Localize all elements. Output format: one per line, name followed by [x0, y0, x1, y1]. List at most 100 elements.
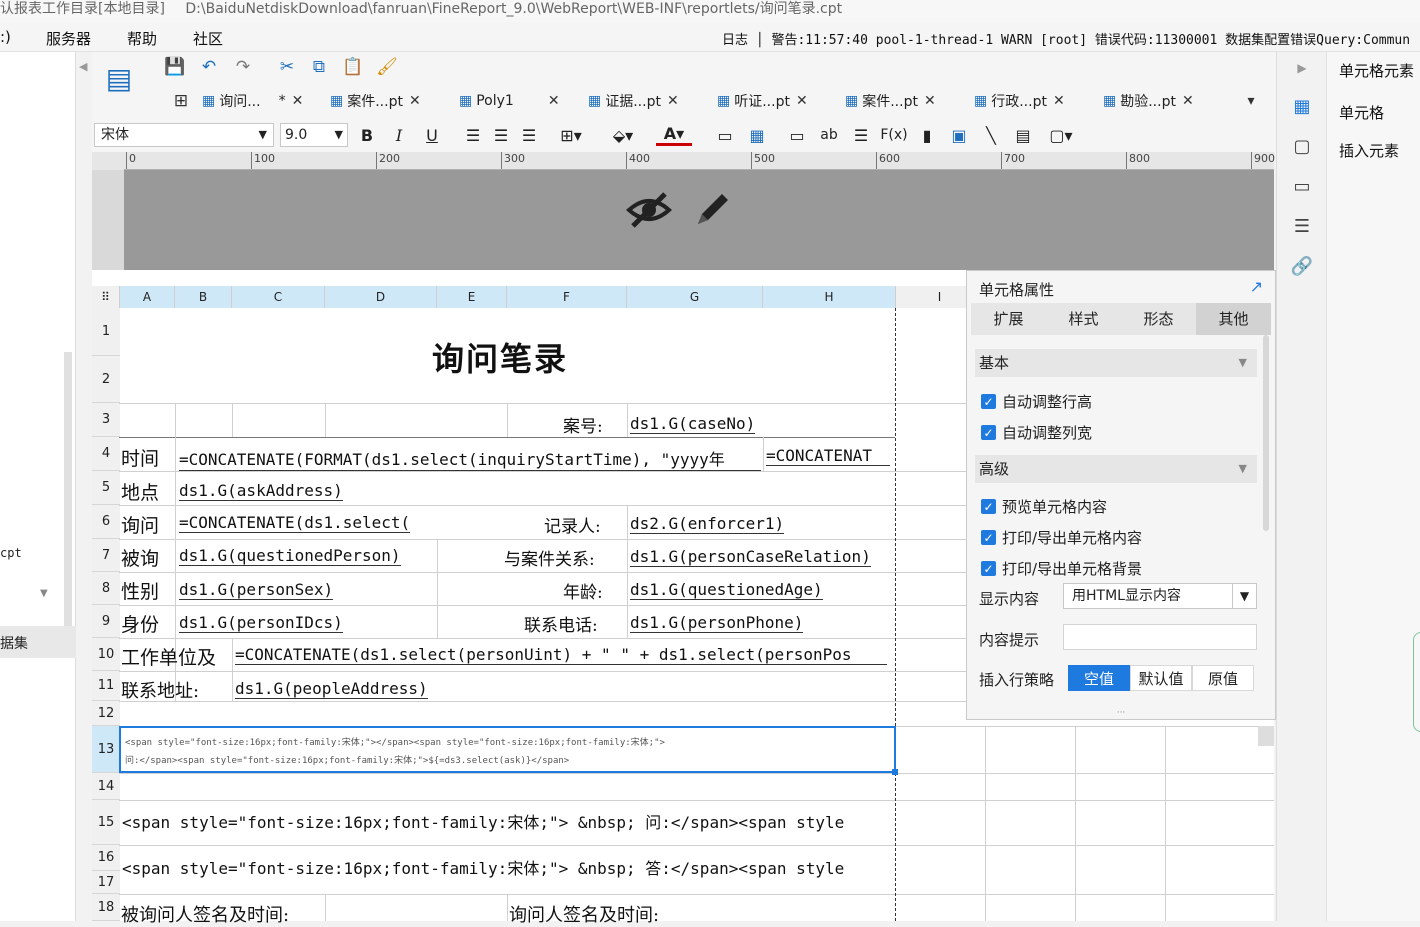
text-ab-button[interactable]: ab: [818, 124, 840, 146]
tab-case-2[interactable]: ▦ 案件...pt ✕: [845, 88, 936, 114]
phone-cell[interactable]: ds1.G(personPhone): [630, 613, 804, 633]
close-icon[interactable]: ✕: [796, 93, 808, 109]
properties-scrollbar[interactable]: [1263, 335, 1269, 531]
row-header-1[interactable]: 1: [92, 308, 120, 356]
auto-col-width-checkbox[interactable]: ✓ 自动调整列宽: [981, 422, 1092, 443]
tab-poly1[interactable]: ▦ Poly1 ✕: [459, 88, 560, 114]
close-icon[interactable]: ✕: [548, 93, 560, 109]
resize-handle-icon[interactable]: ···: [967, 709, 1275, 719]
place-cell[interactable]: ds1.G(askAddress): [179, 481, 343, 501]
tab-admin[interactable]: ▦ 行政...pt ✕: [974, 88, 1065, 114]
tab-evidence[interactable]: ▦ 证据...pt ✕: [588, 88, 679, 114]
close-icon[interactable]: ✕: [667, 93, 679, 109]
row-header-12[interactable]: 12: [92, 701, 120, 726]
paste-icon[interactable]: 📋: [342, 56, 364, 78]
id-cell[interactable]: ds1.G(personIDcs): [179, 613, 343, 633]
time-label[interactable]: 时间: [121, 444, 159, 471]
copy-icon[interactable]: ⧉: [308, 56, 330, 78]
print-content-checkbox[interactable]: ✓ 打印/导出单元格内容: [981, 527, 1142, 548]
log-status-text[interactable]: 日志 │ 警告:11:57:40 pool-1-thread-1 WARN [r…: [722, 29, 1410, 48]
fill-handle[interactable]: [892, 769, 898, 775]
row-header-3[interactable]: 3: [92, 403, 120, 437]
column-header-h[interactable]: H: [763, 286, 896, 308]
print-background-checkbox[interactable]: ✓ 打印/导出单元格背景: [981, 558, 1142, 579]
sex-cell[interactable]: ds1.G(personSex): [179, 580, 334, 600]
hidden-eye-icon[interactable]: [625, 188, 673, 232]
ask-formula-cell[interactable]: =CONCATENATE(ds1.select(: [179, 513, 411, 533]
column-header-f[interactable]: F: [507, 286, 627, 308]
ask-label[interactable]: 询问: [121, 511, 159, 538]
fill-color-icon[interactable]: ⬙▾: [606, 124, 640, 146]
subreport-icon[interactable]: ▤: [1012, 124, 1034, 146]
link-icon[interactable]: 🔗: [1290, 254, 1314, 278]
tab-expand[interactable]: 扩展: [971, 303, 1046, 335]
insert-option-original[interactable]: 原值: [1192, 665, 1254, 691]
undo-icon[interactable]: ↶: [198, 56, 220, 78]
row-header-14[interactable]: 14: [92, 773, 120, 800]
sex-label[interactable]: 性别: [121, 577, 159, 604]
close-icon[interactable]: ✕: [1053, 93, 1065, 109]
work-label[interactable]: 工作单位及: [121, 643, 216, 670]
relation-label[interactable]: 与案件关系:: [504, 545, 595, 570]
insert-option-empty[interactable]: 空值: [1068, 665, 1130, 691]
widget-icon[interactable]: ▭: [1290, 174, 1314, 198]
report-title[interactable]: 询问笔录: [432, 334, 568, 380]
menu-item-help[interactable]: 帮助: [127, 28, 157, 49]
row-header-4[interactable]: 4: [92, 437, 120, 471]
row-header-2[interactable]: 2: [92, 356, 120, 403]
format-painter-icon[interactable]: 🖌: [376, 56, 398, 78]
right-item-cell[interactable]: 单元格: [1339, 102, 1384, 123]
time-formula-cell[interactable]: =CONCATENATE(FORMAT(ds1.select(inquirySt…: [179, 446, 761, 471]
menu-item-server[interactable]: 服务器: [46, 28, 91, 49]
save-icon[interactable]: 💾: [164, 56, 186, 78]
image-icon[interactable]: ▣: [948, 124, 970, 146]
column-header-e[interactable]: E: [437, 286, 507, 308]
auto-row-height-checkbox[interactable]: ✓ 自动调整行高: [981, 391, 1092, 412]
tab-hearing[interactable]: ▦ 听证...pt ✕: [717, 88, 808, 114]
column-header-b[interactable]: B: [175, 286, 232, 308]
column-header-d[interactable]: D: [325, 286, 437, 308]
rich-text-icon[interactable]: ☰: [850, 124, 872, 146]
align-right-icon[interactable]: ☰: [518, 124, 540, 146]
questioned-label[interactable]: 被询: [121, 544, 159, 571]
row-header-18[interactable]: 18: [92, 894, 120, 921]
template-icon[interactable]: ▤: [102, 58, 136, 98]
table-icon[interactable]: ▦: [746, 124, 768, 146]
edit-pencil-icon[interactable]: [692, 188, 734, 230]
row-header-13[interactable]: 13: [92, 726, 120, 773]
left-dataset-item[interactable]: 据集: [0, 626, 76, 658]
place-label[interactable]: 地点: [121, 478, 159, 505]
tab-inquiry[interactable]: ▦ 询问... * ✕: [202, 88, 303, 114]
column-header-a[interactable]: A: [120, 286, 175, 308]
close-icon[interactable]: ✕: [292, 93, 304, 109]
insert-option-default[interactable]: 默认值: [1130, 665, 1192, 691]
preview-content-checkbox[interactable]: ✓ 预览单元格内容: [981, 496, 1107, 517]
row-header-16[interactable]: 16: [92, 845, 120, 871]
formula-button[interactable]: F(x): [880, 124, 908, 146]
address-label[interactable]: 联系地址:: [121, 677, 199, 703]
recorder-cell[interactable]: ds2.G(enforcer1): [630, 514, 785, 534]
row-header-5[interactable]: 5: [92, 471, 120, 505]
row-header-7[interactable]: 7: [92, 539, 120, 572]
font-family-select[interactable]: 宋体 ▼: [94, 123, 274, 147]
tab-inspection[interactable]: ▦ 勘验...pt ✕: [1103, 88, 1194, 114]
left-scrollbar[interactable]: [64, 352, 72, 632]
questioned-cell[interactable]: ds1.G(questionedPerson): [179, 546, 401, 566]
display-content-select[interactable]: 用HTML显示内容 ▼: [1063, 583, 1257, 609]
select-all-corner[interactable]: ⠿: [92, 286, 120, 308]
tab-case-1[interactable]: ▦ 案件...pt ✕: [330, 88, 421, 114]
relation-cell[interactable]: ds1.G(personCaseRelation): [630, 547, 871, 567]
slash-icon[interactable]: ╲: [980, 124, 1002, 146]
menu-item-community[interactable]: 社区: [193, 28, 223, 49]
basic-section-header[interactable]: 基本 ▼: [975, 349, 1257, 377]
row-header-15[interactable]: 15: [92, 800, 120, 845]
font-color-icon[interactable]: A▾: [656, 124, 692, 146]
floating-handle[interactable]: [1413, 632, 1420, 732]
content-hint-input[interactable]: [1063, 624, 1257, 650]
recorder-label[interactable]: 记录人:: [544, 512, 601, 537]
time-formula-cell-2[interactable]: =CONCATENAT: [766, 446, 890, 466]
column-header-g[interactable]: G: [627, 286, 763, 308]
bold-button[interactable]: B: [358, 124, 376, 146]
tab-list-icon[interactable]: ▾: [1240, 90, 1262, 112]
interviewer-signature-label[interactable]: 询问人签名及时间:: [509, 901, 659, 927]
